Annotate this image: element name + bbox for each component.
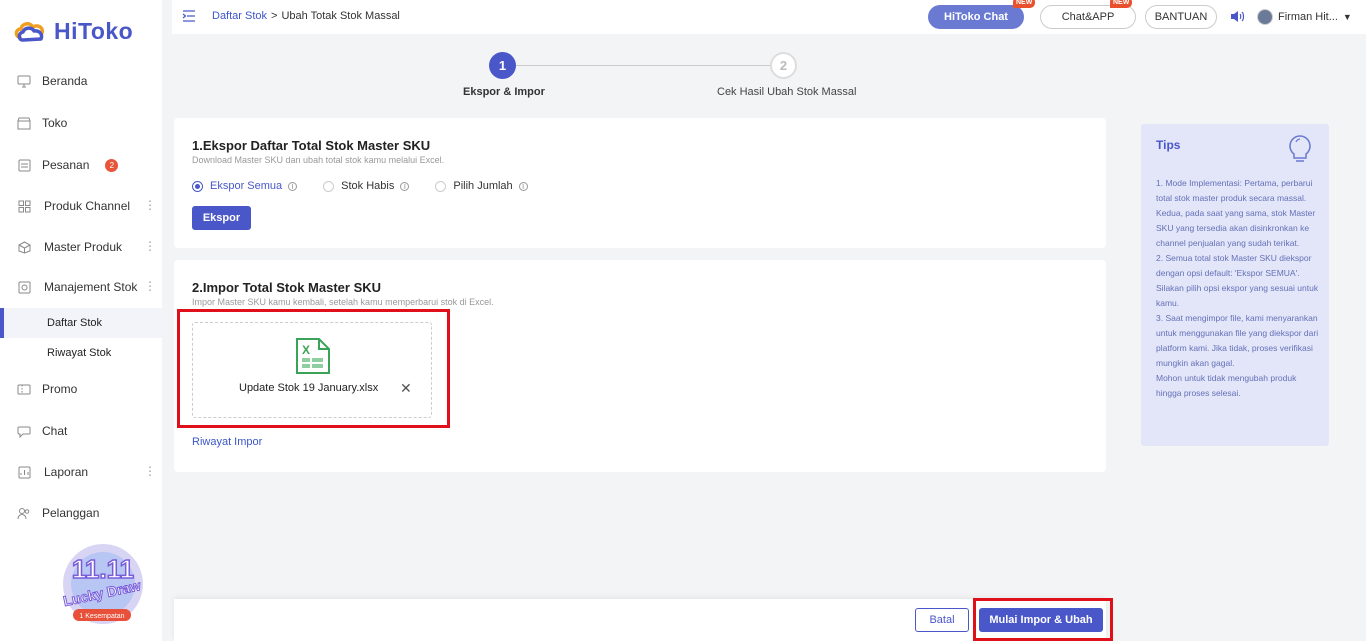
tips-body: 1. Mode Implementasi: Pertama, perbarui …	[1156, 178, 1319, 398]
radio-checked-icon	[192, 180, 203, 192]
sidebar-item-label: Produk Channel	[44, 199, 131, 213]
action-footer: Batal Mulai Impor & Ubah	[174, 599, 1106, 641]
report-icon	[16, 464, 32, 480]
box-icon	[16, 239, 32, 255]
sidebar-item-toko[interactable]: Toko	[0, 107, 162, 139]
top-header: Daftar Stok > Ubah Totak Stok Massal HiT…	[172, 0, 1366, 34]
chat-app-button[interactable]: Chat&APP	[1040, 5, 1136, 29]
radio-label: Stok Habis	[341, 180, 395, 192]
cancel-button[interactable]: Batal	[915, 608, 969, 632]
info-icon[interactable]: i	[518, 181, 528, 191]
export-card: 1.Ekspor Daftar Total Stok Master SKU Do…	[174, 118, 1106, 248]
highlight-frame-upload	[177, 309, 450, 428]
orders-count-badge: 2	[105, 158, 119, 172]
stock-icon	[16, 279, 32, 295]
cloud-logo-icon	[14, 21, 45, 42]
new-badge: NEW	[1110, 0, 1133, 8]
sidebar-item-pelanggan[interactable]: Pelanggan	[0, 497, 162, 529]
sidebar-subitem-daftar-stok[interactable]: Daftar Stok	[0, 308, 162, 338]
import-title: 2.Impor Total Stok Master SKU	[192, 280, 382, 295]
radio-unchecked-icon	[435, 180, 447, 192]
sidebar-item-produk-channel[interactable]: Produk Channel ⋮	[0, 190, 162, 222]
sidebar-item-chat[interactable]: Chat	[0, 415, 162, 447]
sidebar-item-manajement-stok[interactable]: Manajement Stok ⋮	[0, 271, 162, 303]
breadcrumb: Daftar Stok > Ubah Totak Stok Massal	[182, 10, 400, 22]
hitoko-chat-button[interactable]: HiToko Chat	[928, 5, 1024, 29]
help-label: BANTUAN	[1154, 11, 1208, 23]
user-name: Firman Hit...	[1278, 11, 1338, 23]
sidebar: HiToko Beranda Toko Pesanan 2 Produk Cha…	[0, 0, 162, 641]
chevron-down-icon: ▼	[1342, 12, 1352, 22]
speaker-icon[interactable]	[1230, 10, 1246, 26]
menu-collapse-icon[interactable]	[182, 10, 196, 22]
new-badge: NEW	[1013, 0, 1036, 8]
sidebar-subitem-label: Riwayat Stok	[47, 347, 112, 359]
radio-unchecked-icon	[323, 180, 335, 192]
radio-label: Pilih Jumlah	[453, 180, 513, 192]
import-subtitle: Impor Master SKU kamu kembali, setelah k…	[192, 297, 494, 307]
sidebar-item-label: Promo	[42, 382, 78, 396]
more-vertical-icon[interactable]: ⋮	[144, 464, 156, 478]
step-1-indicator: 1	[489, 52, 516, 79]
sidebar-item-label: Master Produk	[44, 240, 123, 254]
export-title: 1.Ekspor Daftar Total Stok Master SKU	[192, 138, 431, 153]
promo-chances: 1 Kesempatan	[79, 613, 124, 620]
sidebar-item-master-produk[interactable]: Master Produk ⋮	[0, 231, 162, 263]
step-2-indicator: 2	[770, 52, 797, 79]
sidebar-item-label: Laporan	[44, 465, 89, 479]
grid-icon	[16, 198, 32, 214]
breadcrumb-link-daftar-stok[interactable]: Daftar Stok	[212, 10, 267, 22]
sidebar-subitem-riwayat-stok[interactable]: Riwayat Stok	[0, 338, 162, 368]
chat-app-label: Chat&APP	[1061, 11, 1115, 23]
sidebar-item-label: Chat	[42, 424, 68, 438]
sidebar-item-label: Pesanan	[42, 158, 90, 172]
chat-bubble-icon	[16, 423, 32, 439]
user-menu[interactable]: Firman Hit... ▼	[1257, 9, 1352, 25]
radio-export-all[interactable]: Ekspor Semua i	[192, 180, 298, 192]
export-subtitle: Download Master SKU dan ubah total stok …	[192, 155, 445, 165]
sidebar-item-pesanan[interactable]: Pesanan 2	[0, 149, 162, 181]
avatar	[1257, 9, 1273, 25]
help-button[interactable]: BANTUAN	[1145, 5, 1217, 29]
logo-text: HiToko	[54, 18, 134, 44]
lightbulb-icon	[1287, 134, 1313, 167]
radio-label: Ekspor Semua	[210, 180, 283, 192]
import-history-link[interactable]: Riwayat Impor	[192, 436, 262, 448]
more-vertical-icon[interactable]: ⋮	[144, 198, 156, 212]
users-icon	[16, 505, 32, 521]
tips-panel: Tips 1. Mode Implementasi: Pertama, perb…	[1141, 124, 1329, 446]
sidebar-item-laporan[interactable]: Laporan ⋮	[0, 456, 162, 488]
more-vertical-icon[interactable]: ⋮	[144, 279, 156, 293]
info-icon[interactable]: i	[288, 181, 298, 191]
radio-out-of-stock[interactable]: Stok Habis i	[323, 180, 410, 192]
sidebar-item-label: Beranda	[42, 74, 88, 88]
sidebar-item-label: Pelanggan	[42, 506, 100, 520]
lucky-draw-promo-badge[interactable]: 11.11 Lucky Draw 1 Kesempatan	[55, 538, 151, 628]
sidebar-item-beranda[interactable]: Beranda	[0, 65, 162, 97]
info-icon[interactable]: i	[400, 181, 410, 191]
sidebar-item-promo[interactable]: Promo	[0, 373, 162, 405]
monitor-icon	[16, 73, 32, 89]
hitoko-logo[interactable]: HiToko	[14, 18, 133, 45]
breadcrumb-separator: >	[271, 10, 278, 22]
hitoko-chat-label: HiToko Chat	[944, 11, 1008, 23]
export-button[interactable]: Ekspor	[192, 206, 251, 230]
export-options: Ekspor Semua i Stok Habis i Pilih Jumlah…	[192, 180, 554, 192]
radio-choose-amount[interactable]: Pilih Jumlah i	[435, 180, 528, 192]
step-2-label: Cek Hasil Ubah Stok Massal	[717, 86, 857, 98]
stepper-connector	[516, 65, 770, 66]
store-icon	[16, 115, 32, 131]
sidebar-item-label: Toko	[42, 116, 68, 130]
sidebar-item-label: Manajement Stok	[44, 280, 138, 294]
step-1-label: Ekspor & Impor	[463, 86, 545, 98]
ticket-icon	[16, 381, 32, 397]
breadcrumb-current: Ubah Totak Stok Massal	[281, 10, 400, 22]
more-vertical-icon[interactable]: ⋮	[144, 239, 156, 253]
orders-icon	[16, 157, 32, 173]
tips-title: Tips	[1156, 138, 1181, 152]
highlight-frame-start	[973, 598, 1113, 641]
sidebar-subitem-label: Daftar Stok	[47, 317, 103, 329]
